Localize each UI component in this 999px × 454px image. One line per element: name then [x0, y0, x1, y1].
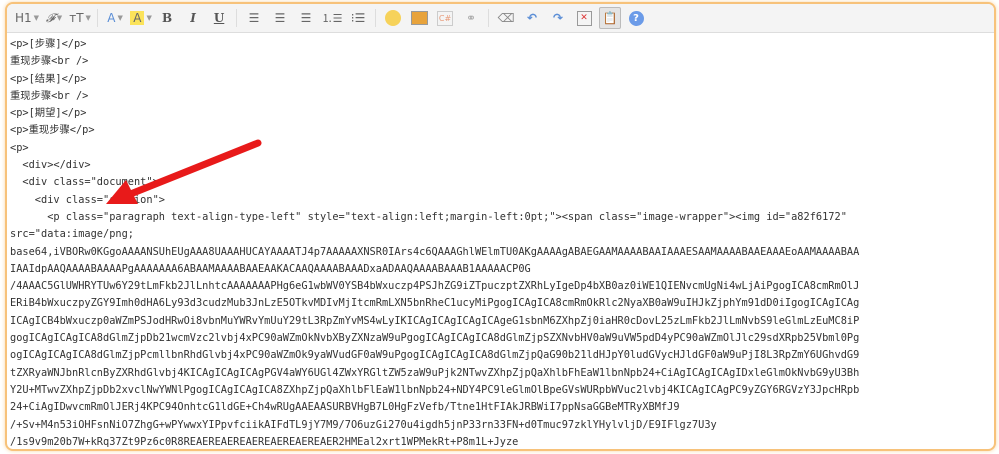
undo-icon: ↶ — [527, 11, 538, 25]
align-right-button[interactable]: ☰ — [295, 7, 317, 29]
ordered-list-button[interactable]: ⒈☰ — [321, 7, 343, 29]
unordered-list-button[interactable]: ⁝☰ — [347, 7, 369, 29]
font-color-button[interactable]: A ▼ — [104, 7, 126, 29]
eraser-icon: ⌫ — [497, 11, 515, 25]
code-line: <p>[结果]</p> — [10, 72, 87, 85]
font-size-button[interactable]: тT ▼ — [69, 7, 91, 29]
code-line: tZXRyaWNJbnRlcnByZXRhdGlvbj4KICAgICAgICA… — [10, 366, 860, 379]
code-line: ICAgICB4bWxuczp0aWZmPSJodHRwOi8vbnMuYWRv… — [10, 314, 860, 327]
code-line: /4AAAC5GlUWHRYTUw6Y29tLmFkb2JlLnhtcAAAAA… — [10, 280, 860, 293]
redo-button[interactable]: ↷ — [547, 7, 569, 29]
code-line: 24+CiAgIDwvcmRmOlJERj4KPC94OnhtcG1ldGE+C… — [10, 401, 680, 414]
code-line: ogICAgICAgICA8dGlmZjpPcmllbnRhdGlvbj4xPC… — [10, 349, 860, 362]
rich-text-editor: H1 ▼ 𝓕 ▼ тT ▼ A ▼ A ▼ B I U ☰ ☰ ☰ ⒈☰ ⁝☰ C# ⚭ … — [5, 2, 996, 451]
source-code-area[interactable]: <p>[步骤]</p> 重现步骤<br /> <p>[结果]</p> 重现步骤<br … — [10, 36, 990, 449]
code-line: /+Sv+M4n53iOHFsnNiO7ZhgG+wPYwwxYIPpvfcii… — [10, 418, 717, 431]
code-line: IAAIdpAAQAAAABAAAAPgAAAAAAA6ABAAMAAAABAA… — [10, 262, 531, 275]
insert-code-button[interactable]: C# — [434, 7, 456, 29]
help-icon: ? — [628, 10, 644, 26]
chevron-down-icon: ▼ — [146, 14, 152, 22]
code-line: base64,iVBORw0KGgoAAAANSUhEUgAAA8UAAAHUC… — [10, 245, 860, 258]
toolbar-divider — [488, 9, 490, 27]
code-line: 重现步骤<br /> — [10, 89, 89, 102]
bold-button[interactable]: B — [156, 7, 178, 29]
heading-label: H1 — [15, 11, 32, 25]
image-icon — [410, 11, 428, 25]
code-line: <p>重现步骤</p> — [10, 124, 95, 137]
ordered-list-icon: ⒈☰ — [321, 12, 343, 25]
emoji-button[interactable] — [382, 7, 404, 29]
chevron-down-icon: ▼ — [33, 14, 40, 22]
code-line: <p class="paragraph text-align-type-left… — [10, 210, 847, 223]
unordered-list-icon: ⁝☰ — [350, 11, 366, 25]
align-left-icon: ☰ — [248, 11, 260, 25]
code-line: <p>[步骤]</p> — [10, 38, 87, 50]
undo-button[interactable]: ↶ — [521, 7, 543, 29]
fullscreen-icon: ✕ — [576, 10, 592, 26]
chevron-down-icon: ▼ — [85, 14, 91, 22]
insert-image-button[interactable] — [408, 7, 430, 29]
font-color-icon: A — [107, 11, 116, 25]
code-line: Y2U+MTwvZXhpZjpDb2xvclNwYWNlPgogICAgICAg… — [10, 383, 860, 396]
code-line: <div class="document"> — [10, 176, 159, 189]
code-line: 重现步骤<br /> — [10, 55, 89, 68]
code-line: <p> — [10, 141, 29, 154]
code-icon: C# — [436, 10, 454, 26]
highlight-button[interactable]: A ▼ — [130, 7, 152, 29]
toolbar-divider — [236, 9, 238, 27]
code-line: <div class="section"> — [10, 193, 165, 206]
code-line: src="data:image/png; — [10, 228, 134, 241]
link-button[interactable]: ⚭ — [460, 7, 482, 29]
smiley-icon — [385, 10, 402, 26]
link-icon: ⚭ — [466, 11, 477, 25]
font-family-button[interactable]: 𝓕 ▼ — [43, 7, 65, 29]
underline-button[interactable]: U — [208, 7, 230, 29]
align-center-icon: ☰ — [274, 11, 286, 25]
chevron-down-icon: ▼ — [117, 14, 123, 22]
code-line: /1s9v9m20b7W+kRq37Zt9Pz6c0R8REAEREAEREAE… — [10, 435, 519, 448]
clear-format-button[interactable]: ⌫ — [495, 7, 517, 29]
font-size-icon: тT — [69, 11, 84, 25]
clipboard-icon: 📋 — [602, 11, 618, 25]
code-line: <p>[期望]</p> — [10, 107, 87, 120]
redo-icon: ↷ — [553, 11, 564, 25]
italic-button[interactable]: I — [182, 7, 204, 29]
toolbar-divider — [375, 9, 377, 27]
fullscreen-button[interactable]: ✕ — [573, 7, 595, 29]
editor-toolbar: H1 ▼ 𝓕 ▼ тT ▼ A ▼ A ▼ B I U ☰ ☰ ☰ ⒈☰ ⁝☰ C# ⚭ … — [7, 4, 994, 33]
toolbar-divider — [97, 9, 99, 27]
align-left-button[interactable]: ☰ — [243, 7, 265, 29]
code-line: ERiB4bWxuczpyZGY9Imh0dHA6Ly93d3cudzMub3J… — [10, 297, 860, 310]
highlight-icon: A — [130, 11, 145, 25]
help-button[interactable]: ? — [625, 7, 647, 29]
align-center-button[interactable]: ☰ — [269, 7, 291, 29]
chevron-down-icon: ▼ — [56, 14, 63, 22]
heading-button[interactable]: H1 ▼ — [15, 7, 39, 29]
align-right-icon: ☰ — [300, 11, 312, 25]
font-family-icon: 𝓕 — [45, 10, 55, 25]
code-line: <div></div> — [10, 159, 91, 172]
source-code-button[interactable]: 📋 — [599, 7, 622, 29]
code-line: gogICAgICAgICA8dGlmZjpDb21wcmVzc2lvbj4xP… — [10, 332, 860, 345]
